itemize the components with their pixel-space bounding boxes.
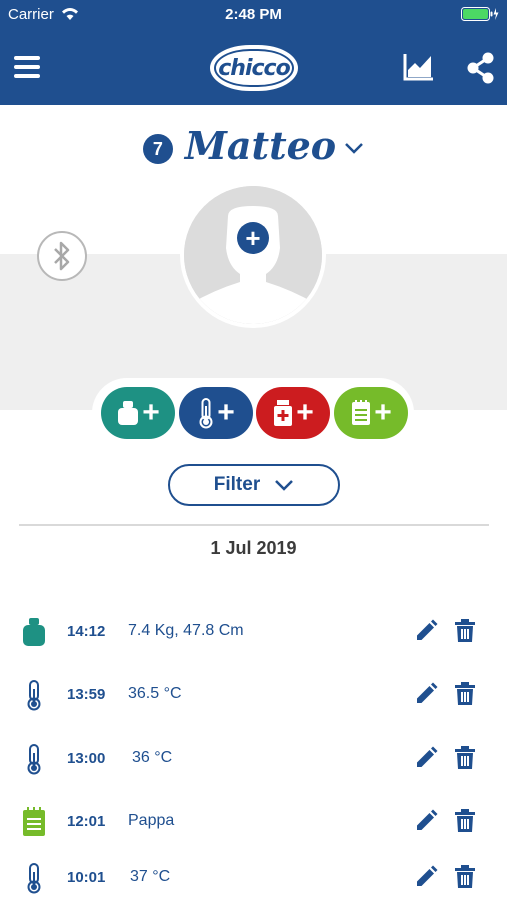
battery-icon	[461, 7, 499, 21]
edit-icon[interactable]	[414, 619, 438, 643]
status-time: 2:48 PM	[225, 6, 282, 23]
thermometer-icon	[27, 680, 41, 711]
share-icon[interactable]	[466, 52, 496, 84]
child-selector[interactable]: 7 Matteo	[0, 120, 507, 170]
add-photo-icon[interactable]: +	[237, 222, 269, 254]
trash-icon[interactable]	[454, 619, 476, 643]
record-value: 7.4 Kg, 47.8 Cm	[128, 622, 244, 639]
plus-icon: +	[374, 396, 392, 429]
add-temperature-button[interactable]: +	[179, 387, 253, 439]
record-time: 12:01	[67, 813, 106, 830]
thermometer-icon	[27, 863, 41, 894]
list-item[interactable]: 12:01 Pappa	[0, 800, 507, 844]
quick-add-bar: + + + +	[92, 378, 414, 448]
edit-icon[interactable]	[414, 865, 438, 889]
status-bar: Carrier 2:48 PM	[0, 0, 507, 28]
logo-text: chicco	[214, 49, 294, 87]
chevron-down-icon	[275, 480, 294, 491]
list-item[interactable]: 10:01 37 °C	[0, 856, 507, 900]
list-item[interactable]: 14:12 7.4 Kg, 47.8 Cm	[0, 610, 507, 654]
chart-icon[interactable]	[403, 52, 435, 82]
trash-icon[interactable]	[454, 809, 476, 833]
record-time: 13:59	[67, 686, 106, 703]
scale-icon	[23, 618, 45, 646]
plus-icon: +	[217, 396, 235, 429]
add-medicine-button[interactable]: +	[256, 387, 330, 439]
plus-icon: +	[142, 396, 160, 429]
trash-icon[interactable]	[454, 746, 476, 770]
edit-icon[interactable]	[414, 809, 438, 833]
chevron-down-icon[interactable]	[344, 142, 364, 154]
edit-icon[interactable]	[414, 746, 438, 770]
list-item[interactable]: 13:59 36.5 °C	[0, 673, 507, 717]
add-note-button[interactable]: +	[334, 387, 408, 439]
trash-icon[interactable]	[454, 865, 476, 889]
record-value: 36 °C	[132, 749, 173, 766]
record-value: 36.5 °C	[128, 685, 182, 702]
plus-icon: +	[296, 396, 314, 429]
avatar[interactable]	[180, 182, 326, 328]
thermometer-icon	[199, 398, 213, 429]
menu-icon[interactable]	[14, 56, 40, 78]
bluetooth-icon[interactable]	[37, 231, 87, 281]
notepad-icon	[23, 807, 45, 836]
age-badge: 7	[142, 134, 173, 164]
trash-icon[interactable]	[454, 682, 476, 706]
date-header: 1 Jul 2019	[210, 538, 297, 558]
filter-button[interactable]: Filter	[168, 464, 340, 506]
record-time: 14:12	[67, 623, 106, 640]
filter-label: Filter	[213, 474, 261, 495]
record-value: 37 °C	[130, 868, 171, 885]
record-time: 13:00	[67, 750, 106, 767]
nav-bar: chicco	[0, 28, 507, 105]
add-weight-button[interactable]: +	[101, 387, 175, 439]
divider	[19, 524, 489, 526]
child-name[interactable]: Matteo	[185, 123, 336, 168]
list-item[interactable]: 13:00 36 °C	[0, 737, 507, 781]
chicco-logo: chicco	[210, 45, 298, 91]
notepad-icon	[352, 400, 371, 425]
edit-icon[interactable]	[414, 682, 438, 706]
record-value: Pappa	[128, 812, 175, 829]
medicine-icon	[274, 400, 293, 426]
thermometer-icon	[27, 744, 41, 775]
scale-icon	[118, 401, 139, 425]
person-silhouette-icon	[184, 186, 322, 324]
record-time: 10:01	[67, 869, 106, 886]
